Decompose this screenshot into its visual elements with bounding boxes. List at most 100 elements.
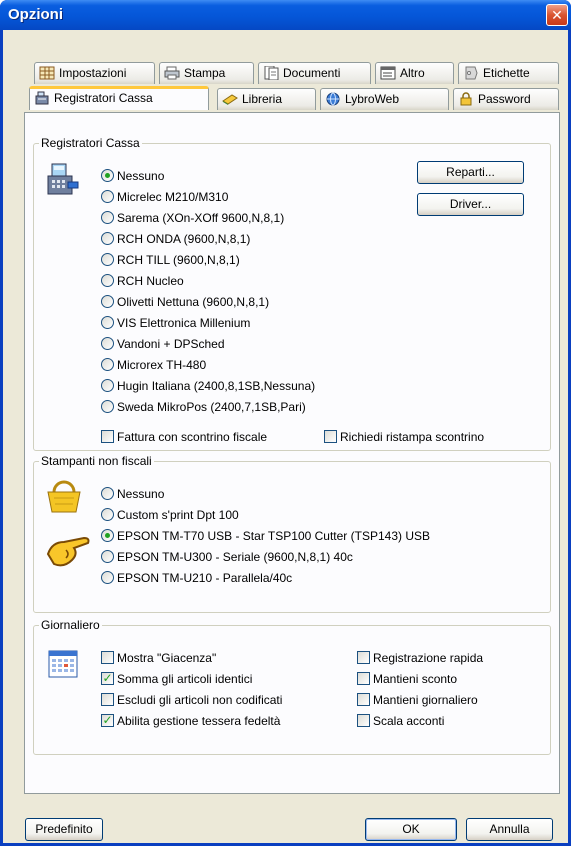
- tab-documenti[interactable]: Documenti: [258, 62, 371, 84]
- checkbox-mantieni-giornaliero[interactable]: Mantieni giornaliero: [357, 692, 478, 708]
- checkbox[interactable]: [357, 672, 370, 686]
- radio-label: RCH TILL (9600,N,8,1): [117, 253, 240, 267]
- radio-stampante-3[interactable]: EPSON TM-U300 - Seriale (9600,N,8,1) 40c: [101, 549, 353, 565]
- checkbox-somma-articoli[interactable]: ✓ Somma gli articoli identici: [101, 671, 252, 687]
- radio-registratore-7[interactable]: VIS Elettronica Millenium: [101, 315, 250, 331]
- radio-stampante-4[interactable]: EPSON TM-U210 - Parallela/40c: [101, 570, 292, 586]
- tab-row-1: Impostazioni Stampa Documenti Altro Etic…: [3, 62, 568, 84]
- radio-registratore-1[interactable]: Micrelec M210/M310: [101, 189, 228, 205]
- printer-icon: [164, 66, 180, 80]
- radio-button[interactable]: [101, 379, 114, 393]
- checkbox[interactable]: [101, 430, 114, 444]
- tab-etichette[interactable]: Etichette: [458, 62, 559, 84]
- checkbox[interactable]: [101, 693, 114, 707]
- annulla-button[interactable]: Annulla: [466, 818, 553, 841]
- driver-button[interactable]: Driver...: [417, 193, 524, 216]
- radio-registratore-8[interactable]: Vandoni + DPSched: [101, 336, 225, 352]
- close-button[interactable]: ✕: [546, 4, 568, 26]
- tab-impostazioni[interactable]: Impostazioni: [34, 62, 155, 84]
- radio-registratore-9[interactable]: Microrex TH-480: [101, 357, 206, 373]
- radio-button[interactable]: [101, 232, 114, 246]
- padlock-icon: [458, 92, 474, 106]
- radio-button[interactable]: [101, 508, 114, 522]
- ristampa-checkbox[interactable]: Richiedi ristampa scontrino: [324, 429, 484, 445]
- radio-button[interactable]: [101, 571, 114, 585]
- radio-label: RCH Nucleo: [117, 274, 184, 288]
- radio-button[interactable]: [101, 487, 114, 501]
- window-title: Opzioni: [8, 6, 63, 23]
- radio-button[interactable]: [101, 337, 114, 351]
- tab-password[interactable]: Password: [453, 88, 559, 110]
- checkbox[interactable]: [357, 714, 370, 728]
- checkbox-label: Escludi gli articoli non codificati: [117, 693, 283, 707]
- tab-label: Registratori Cassa: [54, 91, 153, 105]
- checkbox-registrazione-rapida[interactable]: Registrazione rapida: [357, 650, 483, 666]
- checkbox-label: Mostra "Giacenza": [117, 651, 217, 665]
- label-icon: [463, 66, 479, 80]
- tab-libreria[interactable]: Libreria: [217, 88, 316, 110]
- radio-button[interactable]: [101, 295, 114, 309]
- grid-icon: [39, 66, 55, 80]
- tab-label: Altro: [400, 66, 425, 80]
- radio-stampante-2[interactable]: EPSON TM-T70 USB - Star TSP100 Cutter (T…: [101, 528, 430, 544]
- checkbox[interactable]: ✓: [101, 714, 114, 728]
- radio-label: Nessuno: [117, 487, 165, 501]
- radio-button[interactable]: [101, 550, 114, 564]
- radio-button[interactable]: [101, 211, 114, 225]
- radio-button[interactable]: [101, 274, 114, 288]
- radio-stampante-0[interactable]: Nessuno: [101, 486, 164, 502]
- title-bar[interactable]: Opzioni ✕: [0, 0, 571, 30]
- radio-label: Vandoni + DPSched: [117, 337, 225, 351]
- radio-label: Sweda MikroPos (2400,7,1SB,Pari): [117, 400, 306, 414]
- books-icon: [222, 92, 238, 106]
- radio-button[interactable]: [101, 190, 114, 204]
- radio-registratore-11[interactable]: Sweda MikroPos (2400,7,1SB,Pari): [101, 399, 306, 415]
- radio-button[interactable]: [101, 316, 114, 330]
- radio-registratore-3[interactable]: RCH ONDA (9600,N,8,1): [101, 231, 250, 247]
- radio-registratore-10[interactable]: Hugin Italiana (2400,8,1SB,Nessuna): [101, 378, 315, 394]
- radio-button[interactable]: [101, 169, 114, 183]
- checkbox-scala-acconti[interactable]: Scala acconti: [357, 713, 444, 729]
- radio-button[interactable]: [101, 358, 114, 372]
- radio-registratore-0[interactable]: Nessuno: [101, 168, 164, 184]
- ok-button[interactable]: OK: [365, 818, 457, 841]
- checkbox-escludi-articoli[interactable]: Escludi gli articoli non codificati: [101, 692, 282, 708]
- document-icon: [263, 65, 279, 81]
- checkbox[interactable]: ✓: [101, 672, 114, 686]
- checkbox-tessera-fedelta[interactable]: ✓ Abilita gestione tessera fedeltà: [101, 713, 280, 729]
- radio-registratore-6[interactable]: Olivetti Nettuna (9600,N,8,1): [101, 294, 269, 310]
- checkbox[interactable]: [324, 430, 337, 444]
- predefinito-button[interactable]: Predefinito: [25, 818, 103, 841]
- checkbox-mantieni-sconto[interactable]: Mantieni sconto: [357, 671, 457, 687]
- checkbox[interactable]: [357, 651, 370, 665]
- shopping-basket-icon: [44, 480, 84, 517]
- radio-label: EPSON TM-U210 - Parallela/40c: [117, 571, 293, 585]
- checkbox-label: Richiedi ristampa scontrino: [340, 430, 485, 444]
- radio-button[interactable]: [101, 400, 114, 414]
- radio-registratore-2[interactable]: Sarema (XOn-XOff 9600,N,8,1): [101, 210, 284, 226]
- checkbox[interactable]: [357, 693, 370, 707]
- reparti-button[interactable]: Reparti...: [417, 161, 524, 184]
- radio-label: EPSON TM-U300 - Seriale (9600,N,8,1) 40c: [117, 550, 353, 564]
- radio-stampante-1[interactable]: Custom s'print Dpt 100: [101, 507, 239, 523]
- radio-label: Microrex TH-480: [117, 358, 207, 372]
- tab-registratori-cassa[interactable]: Registratori Cassa: [29, 86, 209, 110]
- calendar-icon: [48, 650, 78, 681]
- dialog-client: Impostazioni Stampa Documenti Altro Etic…: [3, 30, 568, 843]
- checkbox[interactable]: [101, 651, 114, 665]
- fattura-checkbox[interactable]: Fattura con scontrino fiscale: [101, 429, 267, 445]
- group-registratori-cassa: Registratori Cassa Nessuno Micrelec M210…: [33, 136, 551, 451]
- checkbox-mostra-giacenza[interactable]: Mostra "Giacenza": [101, 650, 216, 666]
- tab-stampa[interactable]: Stampa: [159, 62, 254, 84]
- radio-button[interactable]: [101, 253, 114, 267]
- radio-button[interactable]: [101, 529, 114, 543]
- radio-label: VIS Elettronica Millenium: [117, 316, 251, 330]
- radio-registratore-5[interactable]: RCH Nucleo: [101, 273, 184, 289]
- radio-label: Nessuno: [117, 169, 165, 183]
- tab-lybroweb[interactable]: LybroWeb: [320, 88, 449, 110]
- cash-register-icon: [34, 91, 50, 105]
- tab-altro[interactable]: Altro: [375, 62, 454, 84]
- checkbox-label: Mantieni giornaliero: [373, 693, 478, 707]
- globe-icon: [325, 92, 341, 106]
- radio-registratore-4[interactable]: RCH TILL (9600,N,8,1): [101, 252, 240, 268]
